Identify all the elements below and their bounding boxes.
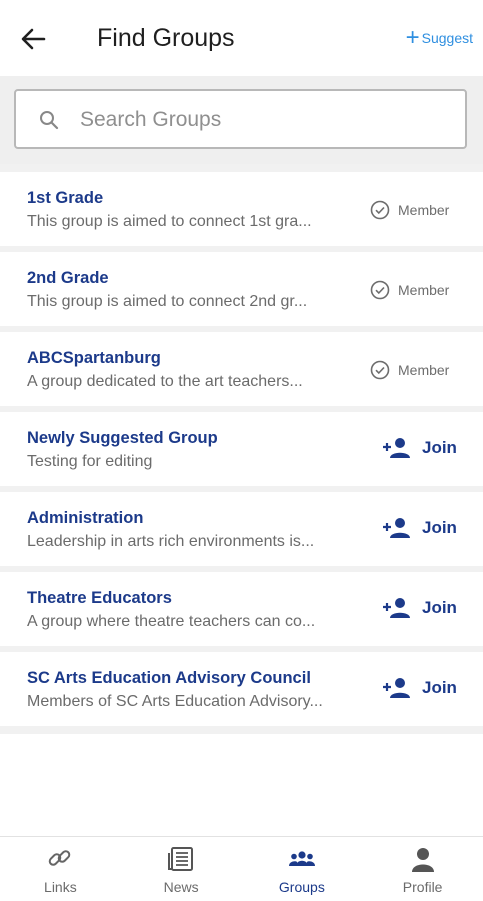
app-header: Find Groups + Suggest: [0, 0, 483, 76]
group-description: A group where theatre teachers can co...: [27, 613, 316, 630]
add-person-icon: [383, 438, 410, 458]
search-section: [0, 76, 483, 164]
join-button[interactable]: Join: [382, 516, 457, 540]
search-icon: [40, 111, 59, 130]
join-label: Join: [422, 438, 457, 457]
group-row[interactable]: ABCSpartanburg A group dedicated to the …: [0, 332, 483, 406]
check-circle-icon: [370, 360, 390, 380]
group-row[interactable]: Newly Suggested Group Testing for editin…: [0, 412, 483, 486]
bottom-nav: Links News Groups Profile: [0, 836, 483, 901]
member-badge: Member: [370, 360, 449, 380]
nav-item-news[interactable]: News: [121, 837, 242, 901]
link-icon: [49, 850, 71, 866]
arrow-left-icon: [21, 28, 46, 50]
join-button[interactable]: Join: [382, 676, 457, 700]
nav-item-profile[interactable]: Profile: [362, 837, 483, 901]
group-description: Testing for editing: [27, 453, 153, 470]
group-row[interactable]: Theatre Educators A group where theatre …: [0, 572, 483, 646]
suggest-label: Suggest: [421, 30, 473, 46]
suggest-button[interactable]: + Suggest: [405, 24, 473, 51]
member-badge: Member: [370, 280, 449, 300]
group-description: A group dedicated to the art teachers...: [27, 373, 303, 390]
plus-icon: +: [405, 24, 420, 51]
group-row[interactable]: SC Arts Education Advisory Council Membe…: [0, 652, 483, 726]
nav-label: Links: [44, 879, 77, 895]
group-row[interactable]: Administration Leadership in arts rich e…: [0, 492, 483, 566]
group-name: Administration: [27, 509, 144, 527]
join-label: Join: [422, 598, 457, 617]
page-title: Find Groups: [97, 24, 235, 52]
group-name: 1st Grade: [27, 189, 104, 207]
group-description: Members of SC Arts Education Advisory...: [27, 693, 323, 710]
member-label: Member: [398, 202, 450, 218]
join-label: Join: [422, 518, 457, 537]
member-label: Member: [398, 282, 450, 298]
back-button[interactable]: [18, 24, 52, 54]
nav-item-links[interactable]: Links: [0, 837, 121, 901]
group-name: Newly Suggested Group: [27, 429, 218, 447]
empty-area: [0, 734, 483, 836]
group-list: 1st Grade This group is aimed to connect…: [0, 172, 483, 732]
member-label: Member: [398, 362, 450, 378]
search-input[interactable]: [78, 91, 452, 149]
group-description: This group is aimed to connect 2nd gr...: [27, 293, 308, 310]
group-name: Theatre Educators: [27, 589, 172, 607]
profile-icon: [411, 848, 434, 872]
search-box[interactable]: [14, 89, 467, 149]
check-circle-icon: [370, 200, 390, 220]
join-button[interactable]: Join: [382, 436, 457, 460]
groups-icon: [288, 851, 315, 866]
group-row[interactable]: 1st Grade This group is aimed to connect…: [0, 172, 483, 246]
news-icon: [168, 847, 194, 871]
group-name: SC Arts Education Advisory Council: [27, 669, 311, 687]
nav-label: Groups: [278, 879, 325, 895]
join-label: Join: [422, 678, 457, 697]
add-person-icon: [383, 518, 410, 538]
group-description: Leadership in arts rich environments is.…: [27, 533, 315, 550]
group-description: This group is aimed to connect 1st gra..…: [27, 213, 312, 230]
nav-label: Profile: [402, 879, 443, 895]
nav-item-groups[interactable]: Groups: [242, 837, 363, 901]
nav-label: News: [163, 879, 199, 895]
group-row[interactable]: 2nd Grade This group is aimed to connect…: [0, 252, 483, 326]
join-button[interactable]: Join: [382, 596, 457, 620]
add-person-icon: [383, 598, 410, 618]
member-badge: Member: [370, 200, 449, 220]
group-name: ABCSpartanburg: [27, 349, 161, 367]
add-person-icon: [383, 678, 410, 698]
check-circle-icon: [370, 280, 390, 300]
group-name: 2nd Grade: [27, 269, 109, 287]
